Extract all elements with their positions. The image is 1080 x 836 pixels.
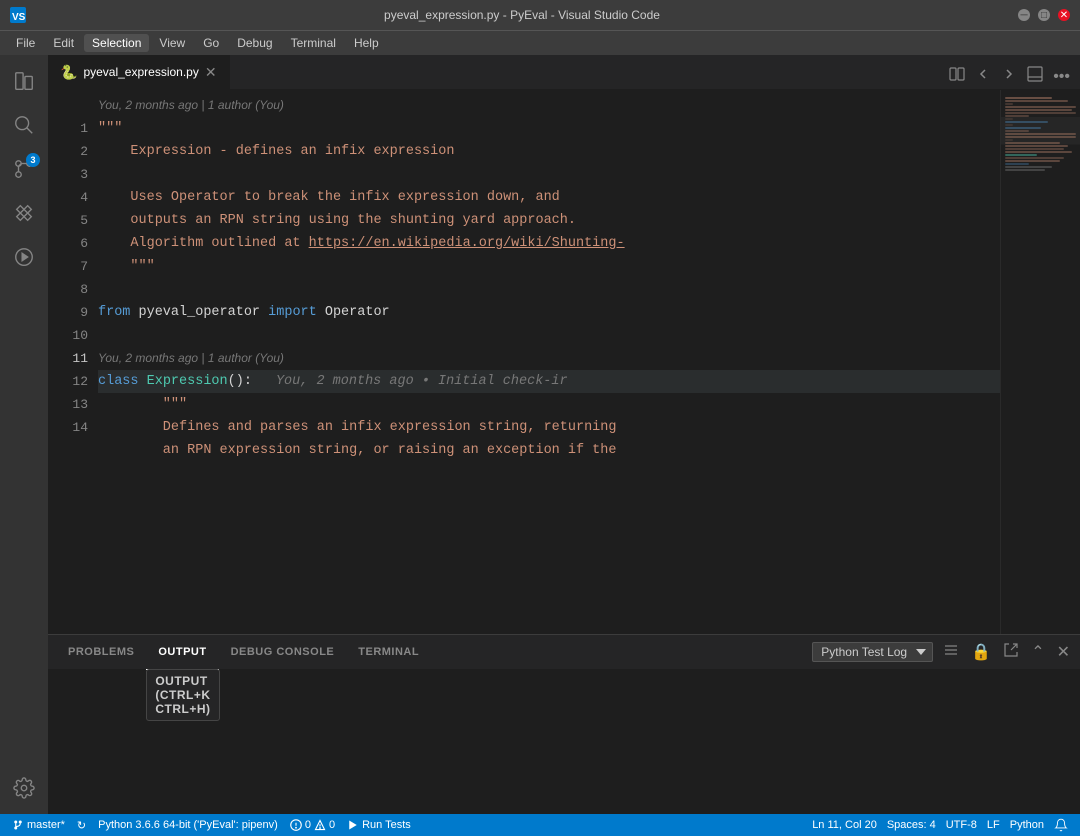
title-bar: VS pyeval_expression.py - PyEval - Visua… xyxy=(0,0,1080,30)
python-interpreter[interactable]: Python 3.6.6 64-bit ('PyEval': pipenv) xyxy=(94,814,282,836)
cursor-position[interactable]: Ln 11, Col 20 xyxy=(808,814,881,836)
code-line-2: Expression - defines an infix expression xyxy=(98,140,1000,163)
menu-help[interactable]: Help xyxy=(346,34,387,52)
svg-text:VS: VS xyxy=(12,12,26,23)
code-line-13: Defines and parses an infix expression s… xyxy=(98,416,1000,439)
code-line-10 xyxy=(98,324,1000,347)
window-title: pyeval_expression.py - PyEval - Visual S… xyxy=(26,8,1018,22)
close-panel-icon[interactable]: ✕ xyxy=(1055,640,1072,664)
minimap-content xyxy=(1001,90,1080,634)
language-text: Python xyxy=(1010,819,1044,831)
encoding-text: UTF-8 xyxy=(946,819,977,831)
encoding[interactable]: UTF-8 xyxy=(942,814,981,836)
position-text: Ln 11, Col 20 xyxy=(812,819,877,831)
menu-view[interactable]: View xyxy=(151,34,193,52)
line-ending[interactable]: LF xyxy=(983,814,1004,836)
minimap xyxy=(1000,90,1080,634)
code-line-6: Algorithm outlined at https://en.wikiped… xyxy=(98,232,1000,255)
tab-file-icon: 🐍 xyxy=(60,64,77,81)
code-line-11: class Expression(): You, 2 months ago • … xyxy=(98,370,1000,393)
menu-bar: File Edit Selection View Go Debug Termin… xyxy=(0,30,1080,55)
python-version: Python 3.6.6 64-bit ('PyEval': pipenv) xyxy=(98,819,278,831)
run-tests-status[interactable]: Run Tests xyxy=(343,814,415,836)
status-right: Ln 11, Col 20 Spaces: 4 UTF-8 LF Python xyxy=(808,814,1072,836)
code-content[interactable]: You, 2 months ago | 1 author (You) """ E… xyxy=(98,90,1000,634)
code-line-9: from pyeval_operator import Operator xyxy=(98,301,1000,324)
toggle-panel-icon[interactable] xyxy=(1025,64,1045,89)
code-line-12: """ xyxy=(98,393,1000,416)
maximize-button[interactable]: □ xyxy=(1038,9,1050,21)
errors-status[interactable]: 0 0 xyxy=(286,814,339,836)
title-bar-left: VS xyxy=(10,7,26,23)
line-ending-text: LF xyxy=(987,819,1000,831)
close-button[interactable]: ✕ xyxy=(1058,9,1070,21)
error-count: 0 xyxy=(305,819,311,831)
code-line-3 xyxy=(98,163,1000,186)
tab-filename: pyeval_expression.py xyxy=(83,65,198,79)
source-control-icon[interactable]: 3 xyxy=(6,151,42,187)
scroll-up-icon[interactable]: ⌃ xyxy=(1029,640,1046,664)
terminal-tab[interactable]: TERMINAL xyxy=(346,635,431,670)
activity-bar: 3 xyxy=(0,55,48,814)
menu-file[interactable]: File xyxy=(8,34,43,52)
menu-terminal[interactable]: Terminal xyxy=(283,34,344,52)
output-select[interactable]: Python Test LogGitPython xyxy=(812,642,933,662)
panel-right: Python Test LogGitPython 🔒 xyxy=(812,640,1072,665)
sync-status[interactable]: ↻ xyxy=(73,814,90,836)
code-line-14: an RPN expression string, or raising an … xyxy=(98,439,1000,462)
search-icon[interactable] xyxy=(6,107,42,143)
language-mode[interactable]: Python xyxy=(1006,814,1048,836)
branch-name: master* xyxy=(27,819,65,831)
indentation[interactable]: Spaces: 4 xyxy=(883,814,940,836)
run-tests-label: Run Tests xyxy=(362,819,411,831)
explorer-icon[interactable] xyxy=(6,63,42,99)
code-line-8 xyxy=(98,278,1000,301)
tab-close-button[interactable]: ✕ xyxy=(205,64,217,81)
minimize-button[interactable]: ─ xyxy=(1018,9,1030,21)
open-in-editor-icon[interactable] xyxy=(1001,640,1021,665)
code-line-1: """ xyxy=(98,117,1000,140)
menu-go[interactable]: Go xyxy=(195,34,227,52)
panel: PROBLEMS OUTPUT Output (Ctrl+K Ctrl+H) D… xyxy=(48,634,1080,814)
more-actions-icon[interactable]: ••• xyxy=(1051,66,1072,88)
debug-console-tab[interactable]: DEBUG CONSOLE xyxy=(219,635,347,670)
warning-count: 0 xyxy=(329,819,335,831)
tab-actions: ••• xyxy=(947,64,1080,89)
editor-area: 🐍 pyeval_expression.py ✕ xyxy=(48,55,1080,814)
activity-bottom xyxy=(6,770,42,806)
branch-status[interactable]: master* xyxy=(8,814,69,836)
notification-bell[interactable] xyxy=(1050,814,1072,836)
settings-icon[interactable] xyxy=(6,770,42,806)
menu-edit[interactable]: Edit xyxy=(45,34,82,52)
window-controls[interactable]: ─ □ ✕ xyxy=(1018,9,1070,21)
main-layout: 3 xyxy=(0,55,1080,814)
sync-icon: ↻ xyxy=(77,819,86,832)
menu-selection[interactable]: Selection xyxy=(84,34,149,52)
git-annotation-2: You, 2 months ago | 1 author (You) xyxy=(98,347,1000,370)
output-tab[interactable]: OUTPUT Output (Ctrl+K Ctrl+H) xyxy=(146,635,218,670)
spaces-text: Spaces: 4 xyxy=(887,819,936,831)
code-line-4: Uses Operator to break the infix express… xyxy=(98,186,1000,209)
active-tab[interactable]: 🐍 pyeval_expression.py ✕ xyxy=(48,55,230,89)
status-bar: master* ↻ Python 3.6.6 64-bit ('PyEval':… xyxy=(0,814,1080,836)
tab-bar: 🐍 pyeval_expression.py ✕ xyxy=(48,55,1080,90)
go-forward-icon[interactable] xyxy=(999,64,1019,89)
code-editor[interactable]: · 1 2 3 4 5 6 7 8 9 10 11 12 13 14 You, … xyxy=(48,90,1080,634)
extensions-icon[interactable] xyxy=(6,195,42,231)
split-editor-icon[interactable] xyxy=(947,64,967,89)
code-line-7: """ xyxy=(98,255,1000,278)
go-back-icon[interactable] xyxy=(973,64,993,89)
line-numbers: · 1 2 3 4 5 6 7 8 9 10 11 12 13 14 xyxy=(48,90,98,634)
panel-tabs: PROBLEMS OUTPUT Output (Ctrl+K Ctrl+H) D… xyxy=(48,635,1080,670)
lock-scroll-icon[interactable]: 🔒 xyxy=(969,640,993,664)
clear-output-icon[interactable] xyxy=(941,640,961,665)
code-line-5: outputs an RPN string using the shunting… xyxy=(98,209,1000,232)
git-annotation-1: You, 2 months ago | 1 author (You) xyxy=(98,94,1000,117)
run-icon[interactable] xyxy=(6,239,42,275)
panel-content xyxy=(48,670,1080,814)
problems-tab[interactable]: PROBLEMS xyxy=(56,635,146,670)
source-control-badge: 3 xyxy=(26,153,40,167)
vscode-icon: VS xyxy=(10,7,26,23)
menu-debug[interactable]: Debug xyxy=(229,34,280,52)
